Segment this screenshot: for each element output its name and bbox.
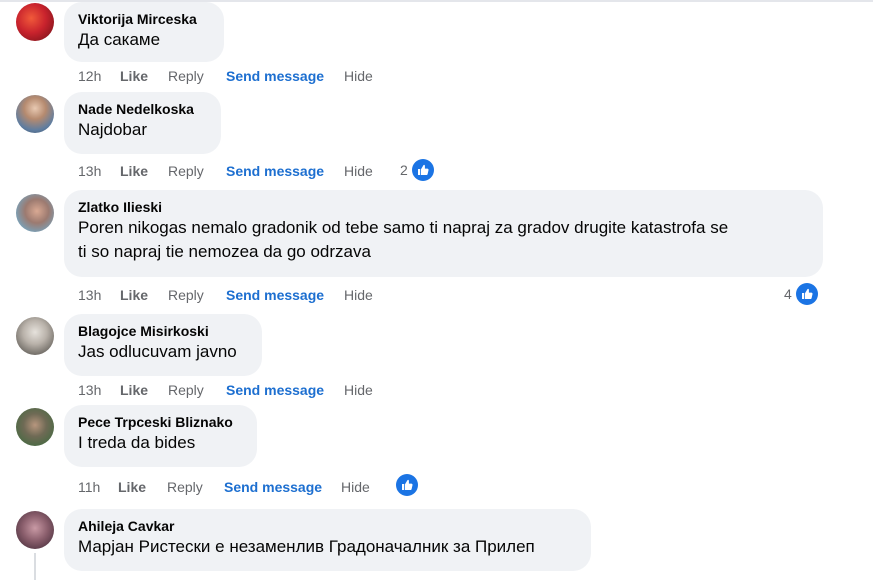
comment-bubble: Pece Trpceski Bliznako I treda da bides — [64, 405, 257, 467]
comment-bubble: Viktorija Mirceska Да сакаме — [64, 2, 224, 62]
comment-text: I treda da bides — [78, 433, 196, 452]
like-button[interactable]: Like — [120, 161, 148, 181]
reaction-summary[interactable]: 2 — [400, 159, 436, 181]
comment-author[interactable]: Zlatko Ilieski — [78, 198, 809, 216]
like-thumb-icon — [396, 474, 418, 496]
comment-bubble: Blagojce Misirkoski Jas odlucuvam javno — [64, 314, 262, 376]
avatar[interactable] — [16, 317, 54, 355]
hide-button[interactable]: Hide — [344, 161, 373, 181]
reaction-summary[interactable]: 4 — [784, 283, 820, 305]
comment-actions: 13h Like Reply Send message Hide — [78, 285, 398, 305]
hide-button[interactable]: Hide — [344, 380, 373, 400]
comment-time[interactable]: 13h — [78, 285, 101, 305]
send-message-button[interactable]: Send message — [226, 161, 324, 181]
comment-bubble: Nade Nedelkoska Najdobar — [64, 92, 221, 154]
like-thumb-icon — [796, 283, 818, 305]
comment-text: Марјан Ристески е незаменлив Градоначалн… — [78, 537, 535, 556]
avatar[interactable] — [16, 95, 54, 133]
like-button[interactable]: Like — [118, 477, 146, 497]
send-message-button[interactable]: Send message — [224, 477, 322, 497]
reply-button[interactable]: Reply — [168, 380, 204, 400]
comment-text: Jas odlucuvam javno — [78, 342, 237, 361]
reaction-count: 2 — [400, 162, 408, 178]
avatar[interactable] — [16, 194, 54, 232]
comment-bubble: Ahileja Cavkar Марјан Ристески е незамен… — [64, 509, 591, 571]
avatar[interactable] — [16, 3, 54, 41]
comment-time[interactable]: 11h — [78, 477, 100, 497]
comment-actions: 13h Like Reply Send message Hide — [78, 161, 398, 181]
like-button[interactable]: Like — [120, 66, 148, 86]
send-message-button[interactable]: Send message — [226, 380, 324, 400]
reaction-count: 4 — [784, 286, 792, 302]
comment-text: Poren nikogas nemalo gradonik od tebe sa… — [78, 218, 729, 261]
send-message-button[interactable]: Send message — [226, 66, 324, 86]
hide-button[interactable]: Hide — [341, 477, 370, 497]
like-button[interactable]: Like — [120, 285, 148, 305]
like-button[interactable]: Like — [120, 380, 148, 400]
comment-text: Да сакаме — [78, 30, 161, 49]
hide-button[interactable]: Hide — [344, 66, 373, 86]
avatar[interactable] — [16, 408, 54, 446]
comment-bubble: Zlatko Ilieski Poren nikogas nemalo grad… — [64, 190, 823, 277]
comment-actions: 11h Like Reply Send message Hide — [78, 477, 398, 497]
comment-time[interactable]: 13h — [78, 380, 101, 400]
comment-author[interactable]: Pece Trpceski Bliznako — [78, 413, 243, 431]
comment-actions: 13h Like Reply Send message Hide — [78, 380, 398, 400]
thread-line — [34, 553, 36, 580]
comment-author[interactable]: Viktorija Mirceska — [78, 10, 210, 28]
avatar[interactable] — [16, 511, 54, 549]
comment-text: Najdobar — [78, 120, 147, 139]
reply-button[interactable]: Reply — [168, 161, 204, 181]
reaction-summary[interactable] — [396, 474, 420, 496]
hide-button[interactable]: Hide — [344, 285, 373, 305]
send-message-button[interactable]: Send message — [226, 285, 324, 305]
reply-button[interactable]: Reply — [167, 477, 203, 497]
comment-time[interactable]: 13h — [78, 161, 101, 181]
like-thumb-icon — [412, 159, 434, 181]
reply-button[interactable]: Reply — [168, 285, 204, 305]
comment-time[interactable]: 12h — [78, 66, 101, 86]
comment-author[interactable]: Ahileja Cavkar — [78, 517, 577, 535]
comment-actions: 12h Like Reply Send message Hide — [78, 66, 398, 86]
comment-author[interactable]: Nade Nedelkoska — [78, 100, 207, 118]
comment-author[interactable]: Blagojce Misirkoski — [78, 322, 248, 340]
reply-button[interactable]: Reply — [168, 66, 204, 86]
